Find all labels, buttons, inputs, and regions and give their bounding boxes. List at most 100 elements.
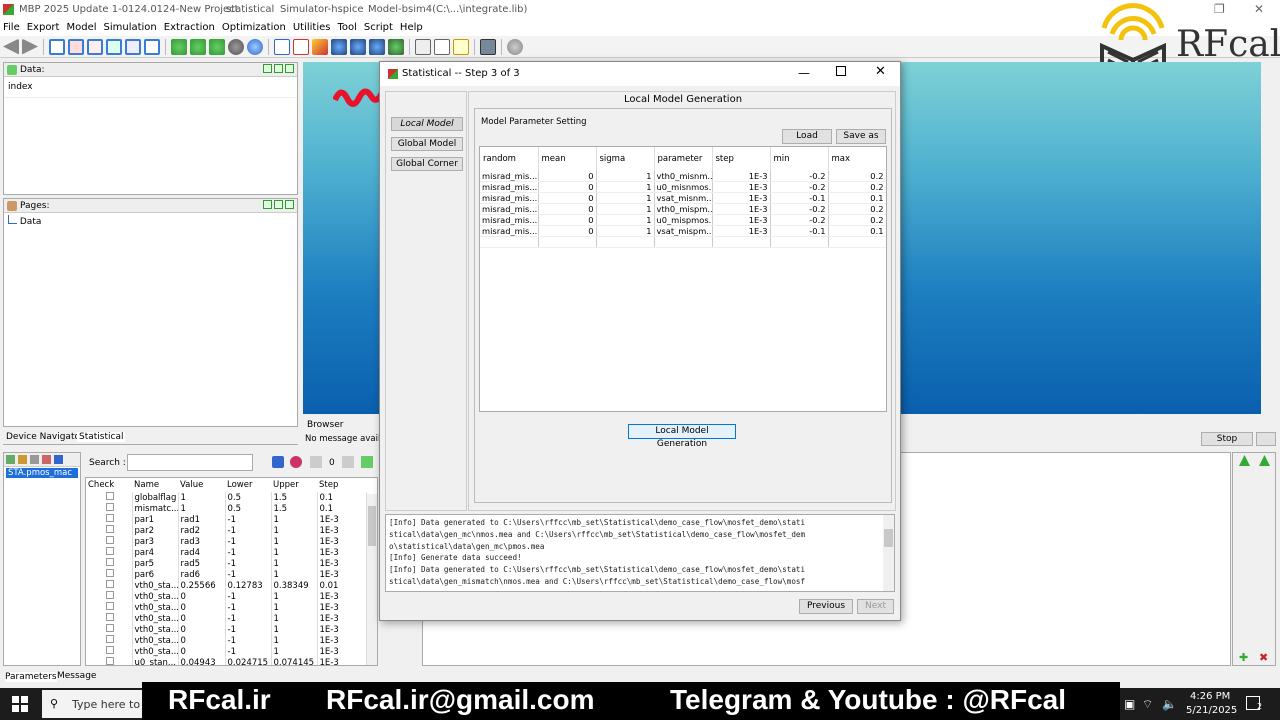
row-checkbox[interactable] bbox=[86, 624, 133, 635]
load-button[interactable]: Load bbox=[782, 129, 832, 144]
row-checkbox[interactable] bbox=[86, 514, 133, 525]
row-checkbox[interactable] bbox=[86, 613, 133, 624]
row-checkbox[interactable] bbox=[86, 657, 133, 665]
table-row[interactable]: misrad_mis... 0 1 u0_misnmos... 1E-3 -0.2 0.2 bbox=[480, 181, 886, 194]
table-cell[interactable]: 1 bbox=[271, 514, 318, 525]
flag-icon[interactable] bbox=[388, 38, 404, 55]
scrollbar-thumb[interactable] bbox=[368, 506, 376, 546]
column-header[interactable]: Lower bbox=[225, 478, 271, 492]
table-cell[interactable]: 1 bbox=[271, 525, 318, 536]
table-cell[interactable]: 0.2 bbox=[828, 171, 886, 183]
table-row[interactable]: vth0_sta... 0 -1 1 1E-3 bbox=[86, 591, 367, 602]
minimize-icon[interactable] bbox=[263, 200, 272, 209]
taskbar-search[interactable]: ⚲ Type here to search bbox=[42, 690, 180, 718]
table-cell[interactable]: 1E-3 bbox=[317, 558, 367, 569]
tab-device-navigator[interactable]: Device Navigator bbox=[6, 432, 84, 442]
table-cell[interactable]: 1.5 bbox=[271, 492, 318, 503]
table-cell[interactable]: vth0_sta... bbox=[132, 591, 179, 602]
table-cell[interactable]: 0 bbox=[538, 203, 597, 216]
layout-icon[interactable] bbox=[125, 38, 141, 55]
table-cell[interactable]: misrad_mis... bbox=[480, 203, 539, 216]
pages-tree-item[interactable]: Data bbox=[4, 213, 297, 229]
table-row-empty[interactable] bbox=[480, 236, 886, 248]
table-cell[interactable]: 0 bbox=[538, 192, 597, 205]
table-cell[interactable]: 0.38349 bbox=[271, 580, 318, 591]
table-row[interactable]: mismatc... 1 0.5 1.5 0.1 bbox=[86, 503, 367, 514]
column-header[interactable]: max bbox=[828, 147, 886, 171]
checkbox-icon[interactable] bbox=[106, 492, 114, 500]
table-cell[interactable]: 1 bbox=[596, 192, 655, 205]
table-cell[interactable]: 1E-3 bbox=[317, 657, 367, 665]
checkbox-icon[interactable] bbox=[106, 646, 114, 654]
checkbox-icon[interactable] bbox=[106, 558, 114, 566]
table-row[interactable]: misrad_mis... 0 1 u0_mispmos... 1E-3 -0.2 0.2 bbox=[480, 214, 886, 227]
table-cell[interactable]: -1 bbox=[225, 547, 272, 558]
table-cell[interactable]: 1E-3 bbox=[317, 525, 367, 536]
checkbox-icon[interactable] bbox=[106, 514, 114, 522]
table-cell[interactable]: misrad_mis... bbox=[480, 181, 539, 194]
row-checkbox[interactable] bbox=[86, 492, 133, 503]
grid-icon[interactable] bbox=[415, 38, 431, 55]
table-cell[interactable]: 0 bbox=[538, 214, 597, 227]
table-cell[interactable]: 0.2 bbox=[828, 203, 886, 216]
table-cell[interactable]: -1 bbox=[225, 536, 272, 547]
clock-date[interactable]: 5/21/2025 bbox=[1186, 705, 1237, 716]
row-checkbox[interactable] bbox=[86, 635, 133, 646]
table-cell[interactable]: -0.1 bbox=[770, 192, 829, 205]
table-cell[interactable]: 1 bbox=[271, 613, 318, 624]
nav-global-model[interactable]: Global Model bbox=[391, 137, 463, 151]
uncheck-icon[interactable] bbox=[293, 38, 309, 55]
table-cell[interactable]: 1E-3 bbox=[317, 591, 367, 602]
float-icon[interactable] bbox=[285, 64, 294, 73]
table-row[interactable]: vth0_sta... 0 -1 1 1E-3 bbox=[86, 613, 367, 624]
table-cell[interactable]: 0.1 bbox=[828, 192, 886, 205]
table-cell[interactable]: 0 bbox=[538, 225, 597, 238]
checkbox-icon[interactable] bbox=[106, 580, 114, 588]
table-row[interactable]: par3 rad3 -1 1 1E-3 bbox=[86, 536, 367, 547]
table-cell[interactable]: -1 bbox=[225, 514, 272, 525]
table-row[interactable]: par2 rad2 -1 1 1E-3 bbox=[86, 525, 367, 536]
table-cell[interactable]: 0.1 bbox=[317, 492, 367, 503]
checkbox-icon[interactable] bbox=[106, 547, 114, 555]
table-cell[interactable]: -1 bbox=[225, 569, 272, 580]
table-cell[interactable]: -1 bbox=[225, 613, 272, 624]
data-index-item[interactable]: index bbox=[4, 77, 297, 98]
table-cell[interactable]: -0.2 bbox=[770, 214, 829, 227]
table-cell[interactable]: par1 bbox=[132, 514, 179, 525]
row-checkbox[interactable] bbox=[86, 536, 133, 547]
table-cell[interactable]: par5 bbox=[132, 558, 179, 569]
row-checkbox[interactable] bbox=[86, 525, 133, 536]
table-row[interactable]: par5 rad5 -1 1 1E-3 bbox=[86, 558, 367, 569]
table-cell[interactable]: 1 bbox=[596, 225, 655, 238]
tree-tool-icon[interactable] bbox=[6, 455, 15, 464]
tree-item-sta-pmos[interactable]: STA.pmos_mac bbox=[6, 468, 78, 478]
tab-statistical[interactable]: Statistical bbox=[77, 432, 126, 442]
table-cell[interactable]: -0.2 bbox=[770, 171, 829, 183]
table-cell[interactable]: 0 bbox=[178, 624, 226, 635]
table-cell[interactable]: rad3 bbox=[178, 536, 226, 547]
table-cell[interactable]: par2 bbox=[132, 525, 179, 536]
view-icon[interactable] bbox=[331, 38, 347, 55]
table-cell[interactable]: 1E-3 bbox=[712, 214, 771, 227]
table-cell[interactable]: 1 bbox=[596, 214, 655, 227]
menu-script[interactable]: Script bbox=[364, 20, 393, 36]
wifi-icon[interactable]: ⌔ bbox=[1142, 697, 1153, 712]
table-cell[interactable]: 1 bbox=[271, 536, 318, 547]
local-model-generation-button[interactable]: Local Model Generation bbox=[628, 424, 736, 449]
table-row[interactable]: par1 rad1 -1 1 1E-3 bbox=[86, 514, 367, 525]
row-checkbox[interactable] bbox=[86, 558, 133, 569]
table-cell[interactable]: globalflag bbox=[132, 492, 179, 503]
table-cell[interactable]: misrad_mis... bbox=[480, 225, 539, 238]
tune-icon[interactable] bbox=[369, 38, 385, 55]
scrollbar-thumb[interactable] bbox=[884, 529, 893, 547]
tab-browser[interactable]: Browser bbox=[307, 420, 343, 430]
table-row[interactable]: vth0_sta... 0 -1 1 1E-3 bbox=[86, 635, 367, 646]
table-cell[interactable]: vth0_sta... bbox=[132, 624, 179, 635]
row-checkbox[interactable] bbox=[86, 580, 133, 591]
table-cell[interactable]: vsat_misnm... bbox=[654, 192, 713, 205]
gear-icon[interactable] bbox=[507, 38, 523, 55]
tab-message[interactable]: Message bbox=[57, 671, 96, 681]
export-icon[interactable] bbox=[190, 38, 206, 55]
table-cell[interactable]: mismatc... bbox=[132, 503, 179, 514]
close-icon[interactable]: ✕ bbox=[875, 64, 886, 79]
